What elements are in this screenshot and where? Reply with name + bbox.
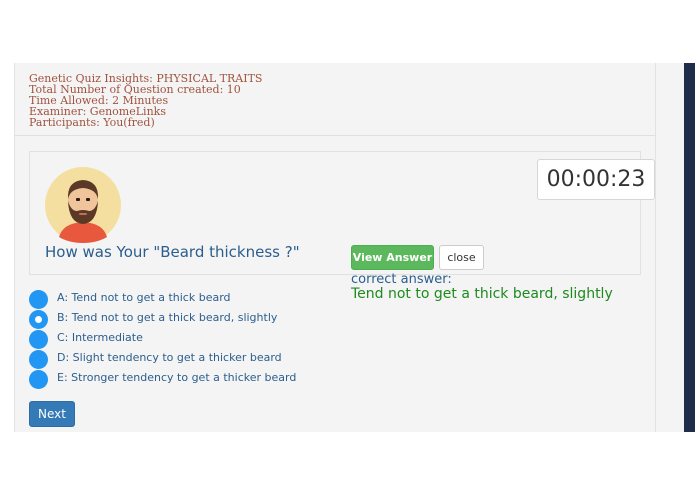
question-text: How was Your "Beard thickness ?": [45, 243, 300, 261]
radio-button[interactable]: [29, 370, 48, 389]
countdown-timer: 00:00:23: [537, 159, 655, 200]
avatar: [45, 167, 121, 243]
option-label: C: Intermediate: [57, 331, 143, 344]
option-label: D: Slight tendency to get a thicker bear…: [57, 351, 282, 364]
radio-button-selected[interactable]: [29, 310, 48, 329]
side-panel-edge: [684, 63, 695, 432]
correct-answer-label: correct answer:: [351, 272, 452, 287]
next-button[interactable]: Next: [29, 401, 75, 427]
option-label: A: Tend not to get a thick beard: [57, 291, 231, 304]
close-button[interactable]: close: [439, 245, 484, 270]
view-answer-button[interactable]: View Answer: [351, 245, 434, 270]
option-label: E: Stronger tendency to get a thicker be…: [57, 371, 297, 384]
correct-answer-text: Tend not to get a thick beard, slightly: [351, 286, 613, 302]
radio-button[interactable]: [29, 290, 48, 309]
container-border: [655, 63, 656, 432]
option-label: B: Tend not to get a thick beard, slight…: [57, 311, 278, 324]
radio-button[interactable]: [29, 330, 48, 349]
quiz-info: Genetic Quiz Insights: PHYSICAL TRAITS T…: [29, 73, 262, 128]
radio-button[interactable]: [29, 350, 48, 369]
divider: [14, 135, 655, 136]
participants: Participants: You(fred): [29, 116, 155, 129]
